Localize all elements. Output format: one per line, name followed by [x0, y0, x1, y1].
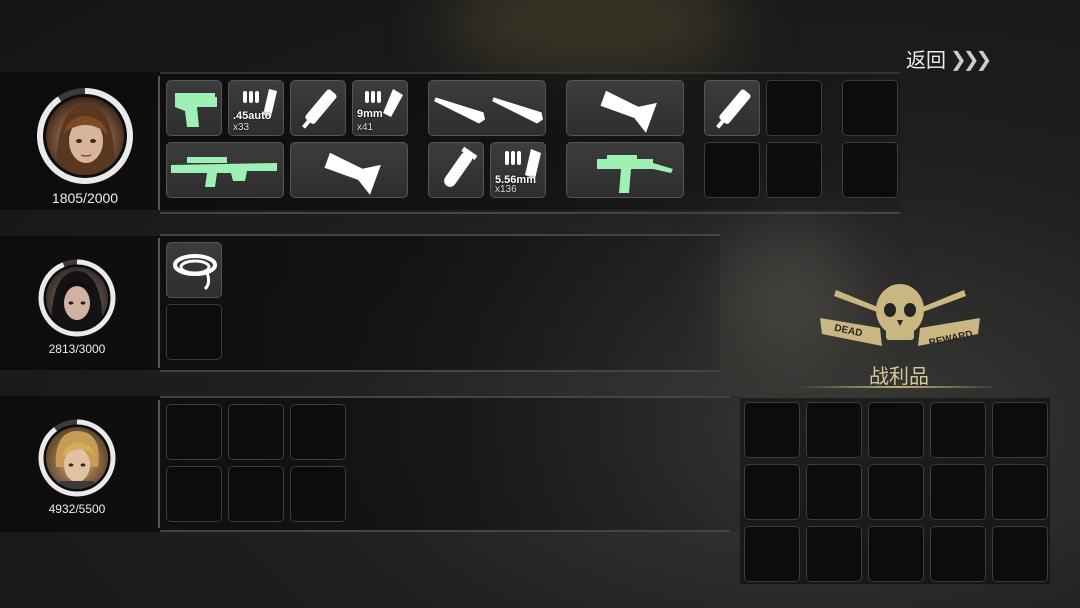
chevron-right-icon: ❯❯❯: [950, 46, 992, 71]
inventory-slot-empty[interactable]: [166, 466, 222, 522]
row-divider: [160, 234, 720, 236]
loot-title-underline: [798, 386, 1000, 388]
character-1[interactable]: 1805/2000: [30, 86, 140, 206]
back-button[interactable]: 返回 ❯❯❯: [906, 44, 992, 73]
inventory-slot-empty[interactable]: [166, 304, 222, 360]
inventory-slot-empty[interactable]: [228, 466, 284, 522]
inventory-slot-empty[interactable]: [228, 404, 284, 460]
loot-slot[interactable]: [868, 464, 924, 520]
inventory-slot-ammo-556[interactable]: 5.56mm x136: [490, 142, 546, 198]
rope-icon: [173, 254, 217, 291]
row-divider: [160, 396, 730, 398]
back-label: 返回: [906, 48, 946, 72]
row-divider: [160, 72, 900, 74]
loot-slot[interactable]: [930, 402, 986, 458]
ammo-caliber: .45auto: [233, 110, 272, 122]
ammo-count: x33: [233, 122, 250, 133]
inventory-slot-smg[interactable]: [566, 142, 684, 198]
syringe-icon: [716, 89, 751, 129]
loot-slot[interactable]: [868, 526, 924, 582]
panel-edge: [158, 238, 160, 368]
character-3[interactable]: 4932/5500: [22, 418, 132, 516]
inventory-slot-empty[interactable]: [766, 80, 822, 136]
loot-slot[interactable]: [744, 526, 800, 582]
hp-ring: [35, 86, 135, 186]
loot-slot[interactable]: [806, 526, 862, 582]
row-divider: [160, 370, 720, 372]
loot-slot[interactable]: [930, 464, 986, 520]
inventory-slot-flashlight-2[interactable]: [566, 80, 684, 136]
loot-slot[interactable]: [744, 464, 800, 520]
inventory-slot-pistol[interactable]: [166, 80, 222, 136]
panel-edge: [158, 76, 160, 210]
avatar: [46, 97, 124, 175]
inventory-slot-empty[interactable]: [766, 142, 822, 198]
inventory-slot-ammo-9mm[interactable]: 9mm x41: [352, 80, 408, 136]
inventory-slot-empty[interactable]: [166, 404, 222, 460]
hp-text: 1805/2000: [51, 190, 119, 206]
hp-text: 2813/3000: [48, 342, 106, 356]
hp-ring: [37, 258, 117, 338]
inventory-slot-empty[interactable]: [704, 142, 760, 198]
inventory-slot-syringe-2[interactable]: [704, 80, 760, 136]
avatar: [46, 427, 108, 489]
rifle-icon: [171, 157, 277, 187]
inventory-slot-syringe[interactable]: [290, 80, 346, 136]
hp-text: 4932/5500: [48, 502, 106, 516]
loot-slot[interactable]: [806, 402, 862, 458]
loot-slot[interactable]: [992, 402, 1048, 458]
row-divider: [160, 212, 900, 214]
loot-slot[interactable]: [930, 526, 986, 582]
inventory-slot-empty[interactable]: [842, 80, 898, 136]
inventory-slot-ammo-45[interactable]: .45auto x33: [228, 80, 284, 136]
ammo-caliber: 9mm: [357, 108, 383, 120]
syringe-icon: [302, 89, 337, 129]
loot-slot[interactable]: [992, 464, 1048, 520]
inventory-slot-empty[interactable]: [842, 142, 898, 198]
loot-slot[interactable]: [868, 402, 924, 458]
ammo-count: x136: [495, 184, 517, 195]
loot-title: 战利品: [869, 364, 929, 388]
inventory-slot-empty[interactable]: [290, 404, 346, 460]
avatar: [46, 267, 108, 329]
inventory-slot-rope[interactable]: [166, 242, 222, 298]
vial-icon: [444, 146, 478, 187]
flashlight-icon: [324, 152, 381, 195]
hp-ring: [37, 418, 117, 498]
panel-edge: [158, 400, 160, 528]
pistol-icon: [175, 93, 217, 127]
smg-icon: [597, 155, 673, 193]
flashlight-icon: [600, 90, 657, 133]
loot-slot[interactable]: [806, 464, 862, 520]
row-divider: [160, 530, 730, 532]
inventory-slot-empty[interactable]: [290, 466, 346, 522]
inventory-slot-rifle[interactable]: [166, 142, 284, 198]
background-glow: [440, 0, 740, 80]
ammo-count: x41: [357, 122, 374, 133]
loot-slot[interactable]: [992, 526, 1048, 582]
inventory-slot-flashlight[interactable]: [290, 142, 408, 198]
loot-slot[interactable]: [744, 402, 800, 458]
blade-icon: [434, 97, 543, 124]
character-2[interactable]: 2813/3000: [22, 258, 132, 356]
inventory-slot-vial[interactable]: [428, 142, 484, 198]
inventory-slot-blade-1[interactable]: [428, 80, 546, 136]
